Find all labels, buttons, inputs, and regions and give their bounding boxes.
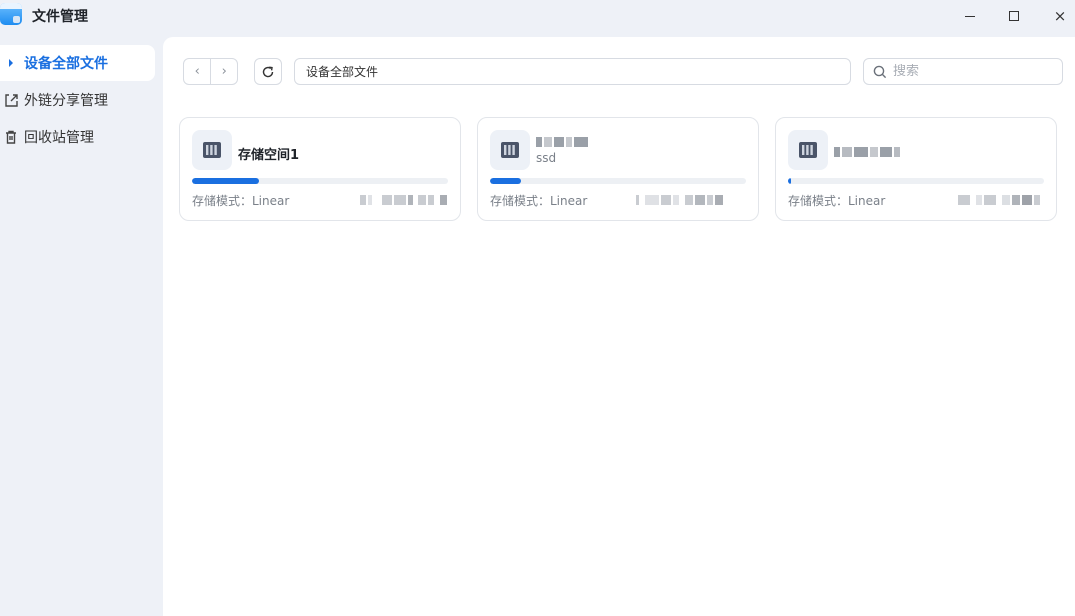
sidebar-item-share-links[interactable]: 外链分享管理 [0, 82, 155, 118]
app-title: 文件管理 [32, 9, 88, 25]
redacted-storage-name [834, 145, 900, 159]
sidebar-item-label: 设备全部文件 [24, 56, 108, 72]
back-button[interactable]: ‹ [184, 59, 210, 84]
redacted-storage-name [536, 135, 588, 149]
main-panel: ‹ › 设备全部文件 存储空间1 存储模式：Linear ssd 存储模式：Li [163, 37, 1075, 616]
usage-bar [788, 178, 1044, 184]
chevron-left-icon: ‹ [194, 64, 200, 79]
redacted-capacity [360, 193, 447, 207]
server-icon [788, 130, 828, 170]
storage-name: 存储空间1 [238, 148, 300, 163]
search-box[interactable] [863, 58, 1063, 85]
search-input[interactable] [893, 64, 1053, 79]
maximize-button[interactable] [999, 4, 1029, 28]
storage-mode: 存储模式：Linear [490, 194, 588, 208]
redacted-capacity [958, 193, 1040, 207]
refresh-button[interactable] [254, 58, 282, 85]
redacted-capacity [636, 193, 723, 207]
storage-mode: 存储模式：Linear [192, 194, 290, 208]
minimize-button[interactable] [955, 4, 985, 28]
share-out-icon [0, 92, 22, 108]
usage-bar-fill [788, 178, 791, 184]
storage-mode: 存储模式：Linear [788, 194, 886, 208]
sidebar-item-recycle-bin[interactable]: 回收站管理 [0, 119, 155, 155]
minimize-icon [965, 15, 975, 17]
refresh-icon [262, 66, 274, 77]
history-nav: ‹ › [183, 58, 238, 85]
search-icon [873, 65, 887, 78]
forward-button[interactable]: › [210, 59, 237, 84]
server-icon [192, 130, 232, 170]
sidebar-item-all-files[interactable]: 设备全部文件 [0, 45, 155, 81]
usage-bar [192, 178, 448, 184]
close-icon: × [1053, 7, 1067, 25]
usage-bar-fill [192, 178, 259, 184]
sidebar-item-label: 外链分享管理 [24, 93, 108, 109]
file-manager-app-icon [0, 3, 22, 25]
path-text: 设备全部文件 [306, 65, 379, 79]
sidebar: 设备全部文件 外链分享管理 回收站管理 [0, 37, 163, 616]
maximize-icon [1009, 11, 1019, 21]
storage-card[interactable]: 存储模式：Linear [775, 117, 1057, 221]
usage-bar-fill [490, 178, 521, 184]
server-icon [490, 130, 530, 170]
caret-right-icon [0, 59, 22, 67]
usage-bar [490, 178, 746, 184]
storage-card[interactable]: ssd 存储模式：Linear [477, 117, 759, 221]
trash-icon [0, 129, 22, 145]
title-bar: 文件管理 × [0, 0, 1075, 32]
sidebar-item-label: 回收站管理 [24, 130, 94, 146]
chevron-right-icon: › [221, 64, 227, 79]
path-bar[interactable]: 设备全部文件 [294, 58, 851, 85]
storage-subtitle: ssd [536, 151, 557, 165]
close-button[interactable]: × [1045, 4, 1075, 28]
storage-card[interactable]: 存储空间1 存储模式：Linear [179, 117, 461, 221]
